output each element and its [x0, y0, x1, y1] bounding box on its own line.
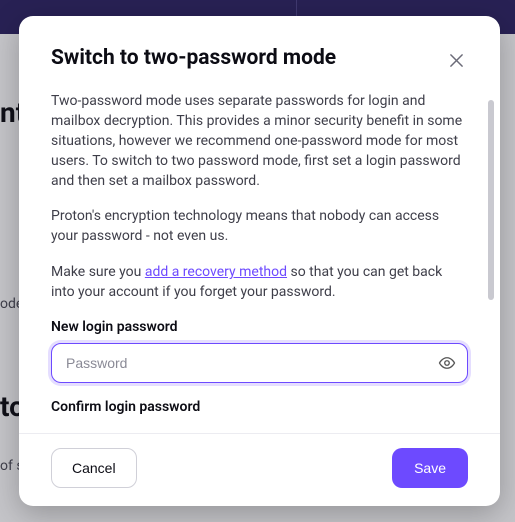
description-paragraph-2: Proton's encryption technology means tha…: [51, 207, 468, 247]
confirm-password-label: Confirm login password: [51, 399, 468, 415]
description-paragraph-1: Two-password mode uses separate password…: [51, 92, 468, 191]
modal-scrollbar[interactable]: [488, 100, 494, 433]
add-recovery-link[interactable]: add a recovery method: [145, 264, 287, 280]
modal-scrollbar-thumb[interactable]: [488, 100, 494, 300]
two-password-modal: Switch to two-password mode Two-password…: [19, 16, 500, 506]
modal-header: Switch to two-password mode: [51, 46, 468, 72]
cancel-button[interactable]: Cancel: [51, 448, 137, 488]
new-password-field-wrap: [51, 343, 468, 383]
save-button[interactable]: Save: [392, 448, 468, 488]
toggle-password-visibility[interactable]: [436, 352, 458, 374]
para3-pre: Make sure you: [51, 264, 145, 280]
modal-body: Switch to two-password mode Two-password…: [19, 16, 500, 433]
new-password-label: New login password: [51, 319, 468, 335]
new-password-input[interactable]: [51, 343, 468, 383]
modal-footer: Cancel Save: [19, 433, 500, 506]
description-paragraph-3: Make sure you add a recovery method so t…: [51, 263, 468, 303]
eye-icon: [438, 354, 456, 372]
modal-title: Switch to two-password mode: [51, 46, 336, 70]
close-button[interactable]: [444, 48, 468, 72]
close-icon: [449, 53, 464, 68]
